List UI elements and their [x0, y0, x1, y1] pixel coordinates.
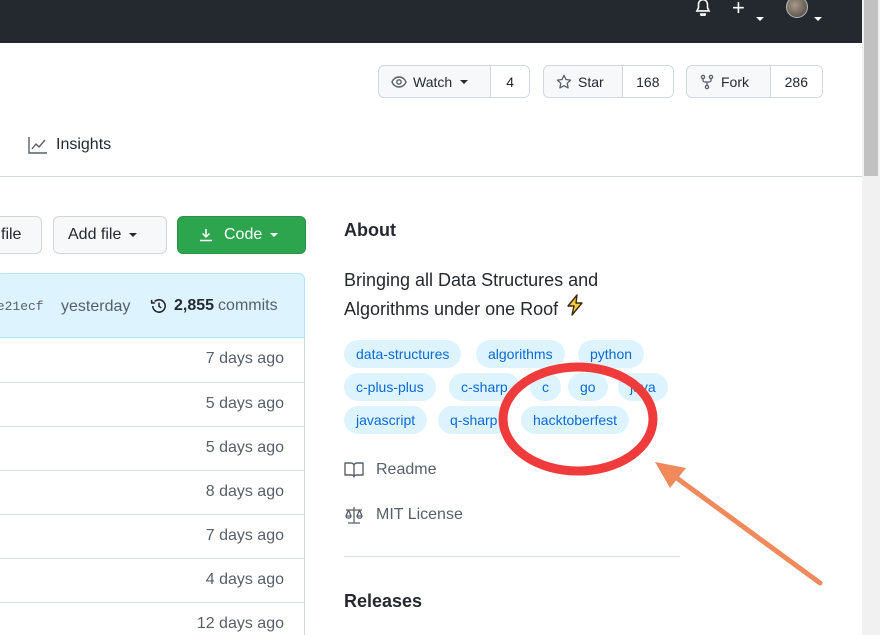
add-file-button[interactable]: Add file: [53, 216, 167, 254]
topic-tag[interactable]: algorithms: [476, 340, 565, 368]
fork-toggle[interactable]: Fork: [687, 66, 770, 97]
topic-tag[interactable]: c: [530, 373, 561, 401]
fork-label: Fork: [721, 73, 749, 90]
file-list: 7 days ago 5 days ago 5 days ago 8 days …: [0, 338, 305, 635]
chevron-down-icon[interactable]: [814, 6, 822, 24]
description-line: Algorithms under one Roof: [344, 294, 598, 324]
commits-count: 2,855: [174, 297, 215, 314]
file-age: 7 days ago: [205, 527, 284, 544]
watch-button[interactable]: Watch 4: [378, 65, 530, 98]
topic-tag[interactable]: c-sharp: [449, 373, 520, 401]
star-count[interactable]: 168: [621, 66, 673, 97]
bell-icon[interactable]: [694, 0, 712, 19]
about-description: Bringing all Data Structures and Algorit…: [344, 266, 598, 324]
table-row[interactable]: 4 days ago: [0, 558, 304, 602]
law-icon: [345, 507, 363, 524]
topic-tag[interactable]: q-sharp: [438, 406, 510, 434]
watch-toggle[interactable]: Watch: [379, 66, 490, 97]
topic-tag[interactable]: python: [578, 340, 645, 368]
about-heading: About: [344, 220, 396, 240]
topic-tag[interactable]: javascript: [344, 406, 428, 434]
table-row[interactable]: 7 days ago: [0, 514, 304, 558]
chevron-down-icon: [270, 233, 279, 237]
star-label: Star: [578, 73, 604, 90]
history-icon: [150, 299, 166, 313]
code-button[interactable]: Code: [177, 216, 306, 254]
table-row[interactable]: 7 days ago: [0, 338, 304, 382]
topic-tag[interactable]: java: [618, 373, 668, 401]
tab-insights[interactable]: Insights: [28, 136, 111, 154]
fork-icon: [700, 74, 714, 89]
add-file-label: Add file: [68, 226, 122, 243]
file-age: 8 days ago: [205, 483, 284, 500]
file-age: 5 days ago: [205, 439, 284, 456]
scrollbar-thumb[interactable]: [864, 0, 878, 176]
commits-label: commits: [218, 297, 278, 314]
annotation-arrow-shaft: [671, 473, 823, 586]
description-line: Bringing all Data Structures and: [344, 270, 599, 290]
topic-tag[interactable]: data-structures: [344, 340, 462, 368]
description-text: Algorithms under one Roof: [344, 299, 559, 319]
chevron-down-icon[interactable]: [756, 6, 764, 24]
book-icon: [344, 462, 364, 478]
tab-insights-label: Insights: [56, 136, 112, 153]
table-row[interactable]: 8 days ago: [0, 470, 304, 514]
file-age: 5 days ago: [205, 395, 284, 412]
latest-commit-bar: 6e21ecf yesterday 2,855 commits: [0, 273, 305, 338]
table-row[interactable]: 5 days ago: [0, 382, 304, 426]
fork-count[interactable]: 286: [769, 66, 822, 97]
star-toggle[interactable]: Star: [544, 66, 622, 97]
go-to-file-label: file: [1, 226, 22, 243]
chevron-down-icon: [129, 233, 138, 237]
star-icon: [556, 74, 572, 89]
table-row[interactable]: 5 days ago: [0, 426, 304, 470]
graph-icon: [28, 137, 47, 154]
file-age: 7 days ago: [205, 350, 284, 367]
topic-tag[interactable]: hacktoberfest: [521, 406, 630, 434]
code-label: Code: [224, 226, 263, 243]
sidebar-divider: [344, 556, 680, 557]
global-header: +: [0, 0, 862, 43]
readme-label: Readme: [376, 461, 437, 478]
file-age: 4 days ago: [205, 571, 284, 588]
download-icon: [200, 229, 212, 242]
readme-link[interactable]: Readme: [344, 461, 436, 479]
commit-hash[interactable]: 6e21ecf: [0, 299, 44, 314]
table-row[interactable]: 12 days ago: [0, 602, 304, 635]
license-label: MIT License: [376, 506, 463, 523]
topic-tag[interactable]: go: [568, 373, 608, 401]
license-link[interactable]: MIT License: [344, 506, 463, 524]
avatar[interactable]: [786, 0, 808, 18]
file-age: 12 days ago: [196, 615, 284, 632]
watch-label: Watch: [413, 73, 453, 90]
eye-icon: [391, 75, 407, 88]
releases-heading[interactable]: Releases: [344, 591, 422, 612]
watch-count[interactable]: 4: [490, 66, 529, 97]
fork-button[interactable]: Fork 286: [686, 65, 823, 98]
plus-icon[interactable]: +: [732, 0, 745, 19]
star-button[interactable]: Star 168: [543, 65, 674, 98]
tab-divider: [0, 176, 862, 177]
lightning-icon: [564, 294, 586, 324]
chevron-down-icon: [460, 79, 469, 84]
topic-tag[interactable]: c-plus-plus: [344, 373, 436, 401]
commit-time: yesterday: [61, 298, 131, 315]
commits-link[interactable]: 2,855 commits: [150, 297, 278, 315]
annotation-arrow-head: [655, 462, 686, 488]
go-to-file-button[interactable]: file: [0, 216, 42, 254]
